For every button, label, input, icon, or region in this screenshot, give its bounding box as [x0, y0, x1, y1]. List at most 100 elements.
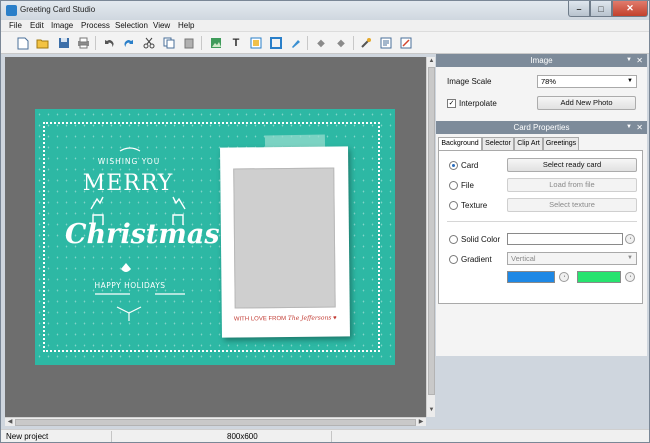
caption-text: WITH LOVE FROM — [233, 315, 287, 323]
redo-icon[interactable] — [121, 35, 137, 51]
title-bar: Greeting Card Studio – □ ✕ — [1, 1, 649, 20]
card-properties-panel: Background Selector Clip Art Greetings C… — [436, 134, 647, 356]
menu-edit[interactable]: Edit — [30, 21, 44, 30]
texture-radio-label: Texture — [461, 201, 488, 210]
photo-frame[interactable]: WITH LOVE FROM The Jeffersons ♥ — [220, 146, 350, 338]
image-scale-select[interactable]: 78% ▼ — [537, 75, 637, 88]
print-icon[interactable] — [75, 35, 91, 51]
toolbar: T ◆ ◆ — [1, 32, 649, 54]
card-panel-header: Card Properties ▼ ✕ — [436, 121, 647, 134]
pin-icon[interactable]: ▼ — [626, 121, 632, 134]
maximize-button[interactable]: □ — [590, 1, 612, 17]
chevron-down-icon: ▼ — [627, 78, 633, 84]
copy-icon[interactable] — [161, 35, 177, 51]
color-picker-icon[interactable]: ◔ — [559, 272, 569, 282]
add-new-photo-button[interactable]: Add New Photo — [537, 96, 636, 110]
menu-help[interactable]: Help — [178, 21, 194, 30]
tab-background[interactable]: Background — [438, 137, 482, 151]
menu-bar: File Edit Image Process Selection View H… — [1, 20, 649, 32]
scroll-left-icon[interactable]: ◀ — [6, 418, 14, 426]
background-tab-page: Card Select ready card File Load from fi… — [438, 150, 643, 304]
text-icon[interactable]: T — [228, 35, 244, 51]
menu-file[interactable]: File — [9, 21, 22, 30]
paste-icon[interactable] — [181, 35, 197, 51]
color-picker-icon[interactable]: ◔ — [625, 234, 635, 244]
select-texture-button[interactable]: Select texture — [507, 198, 637, 212]
horizontal-scrollbar[interactable]: ◀ ▶ — [5, 417, 426, 426]
tab-clip-art[interactable]: Clip Art — [514, 137, 543, 150]
photo-placeholder[interactable] — [233, 167, 336, 309]
photo-caption: WITH LOVE FROM The Jeffersons ♥ — [233, 314, 337, 323]
frame-icon[interactable] — [268, 35, 284, 51]
menu-image[interactable]: Image — [51, 21, 73, 30]
heart-icon: ♥ — [333, 315, 337, 322]
greeting-merry: MERRY — [82, 171, 174, 196]
image-icon[interactable] — [248, 35, 264, 51]
menu-view[interactable]: View — [153, 21, 170, 30]
image-scale-value: 78% — [541, 77, 557, 86]
move-up-icon[interactable]: ◆ — [313, 35, 329, 51]
new-icon[interactable] — [15, 35, 31, 51]
toolbar-separator — [95, 36, 96, 50]
scroll-down-icon[interactable]: ▼ — [428, 407, 435, 415]
load-from-file-button[interactable]: Load from file — [507, 178, 637, 192]
interpolate-checkbox[interactable]: ✓ — [447, 99, 456, 108]
tab-greetings[interactable]: Greetings — [543, 137, 579, 150]
texture-radio[interactable] — [449, 201, 458, 210]
card-radio-label: Card — [461, 161, 479, 170]
gradient-color-1-swatch[interactable] — [507, 271, 555, 283]
app-window: Greeting Card Studio – □ ✕ File Edit Ima… — [0, 0, 650, 443]
gradient-radio[interactable] — [449, 255, 458, 264]
file-radio[interactable] — [449, 181, 458, 190]
gradient-color-2-swatch[interactable] — [577, 271, 621, 283]
toolbar-separator — [307, 36, 308, 50]
select-ready-card-button[interactable]: Select ready card — [507, 158, 637, 172]
insert-image-icon[interactable] — [208, 35, 224, 51]
app-icon — [6, 5, 17, 16]
toolbar-separator — [353, 36, 354, 50]
close-icon[interactable]: ✕ — [636, 121, 643, 134]
vertical-scroll-thumb[interactable] — [428, 67, 435, 395]
preview-icon[interactable] — [378, 35, 394, 51]
menu-process[interactable]: Process — [81, 21, 110, 30]
horizontal-scroll-thumb[interactable] — [15, 419, 416, 426]
minimize-button[interactable]: – — [568, 1, 590, 17]
status-bar: New project 800x600 — [1, 429, 649, 442]
undo-icon[interactable] — [101, 35, 117, 51]
separator — [447, 221, 637, 222]
brush-icon[interactable] — [288, 35, 304, 51]
move-down-icon[interactable]: ◆ — [333, 35, 349, 51]
solid-color-swatch[interactable] — [507, 233, 623, 245]
tab-selector[interactable]: Selector — [482, 137, 514, 150]
color-picker-icon[interactable]: ◔ — [625, 272, 635, 282]
open-icon[interactable] — [34, 35, 50, 51]
close-icon[interactable]: ✕ — [636, 54, 643, 67]
gradient-direction-select[interactable]: Vertical ▼ — [507, 252, 637, 265]
toolbar-separator — [201, 36, 202, 50]
export-icon[interactable] — [398, 35, 414, 51]
greeting-christmas: Christmas — [65, 219, 220, 250]
solid-color-radio[interactable] — [449, 235, 458, 244]
close-button[interactable]: ✕ — [612, 1, 648, 17]
scroll-up-icon[interactable]: ▲ — [428, 58, 435, 66]
save-icon[interactable] — [56, 35, 72, 51]
card-radio[interactable] — [449, 161, 458, 170]
interpolate-label: Interpolate — [459, 99, 497, 108]
caption-signature: The Jeffersons — [287, 314, 332, 322]
window-title: Greeting Card Studio — [20, 5, 96, 14]
effects-icon[interactable] — [358, 35, 374, 51]
canvas-size: 800x600 — [227, 432, 258, 441]
image-panel-title: Image — [530, 56, 553, 65]
status-text: New project — [6, 432, 49, 441]
image-scale-label: Image Scale — [447, 77, 492, 86]
scroll-right-icon[interactable]: ▶ — [417, 418, 425, 426]
menu-selection[interactable]: Selection — [115, 21, 148, 30]
cut-icon[interactable] — [141, 35, 157, 51]
vertical-scrollbar[interactable]: ▲ ▼ — [426, 57, 435, 417]
card-panel-title: Card Properties — [513, 123, 570, 132]
solid-color-label: Solid Color — [461, 235, 501, 244]
gradient-direction-value: Vertical — [511, 254, 536, 263]
status-divider — [331, 431, 332, 442]
image-panel: Image Scale 78% ▼ ✓ Interpolate Add New … — [436, 67, 647, 121]
pin-icon[interactable]: ▼ — [626, 54, 632, 67]
